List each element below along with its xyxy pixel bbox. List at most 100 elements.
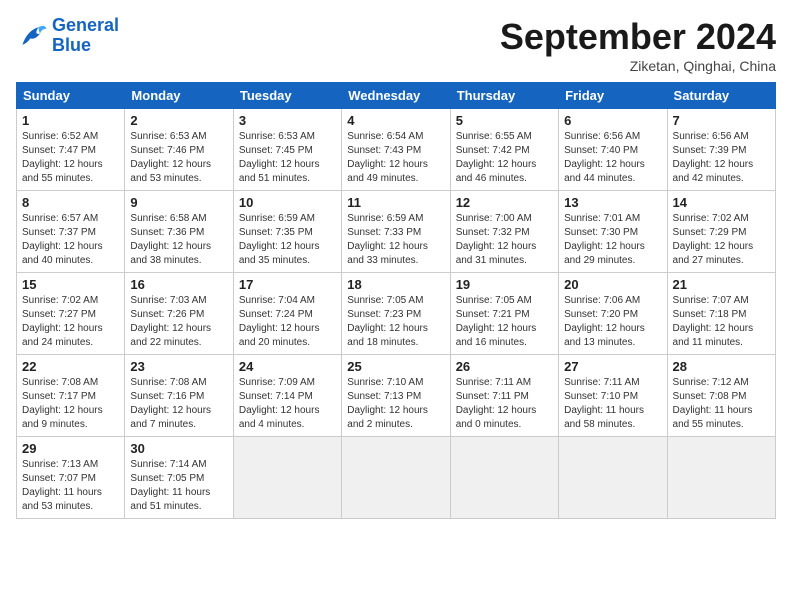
calendar-cell: 4 Sunrise: 6:54 AM Sunset: 7:43 PM Daylig… — [342, 109, 450, 191]
day-info: Sunrise: 7:00 AM Sunset: 7:32 PM Dayligh… — [456, 212, 553, 268]
day-info: Sunrise: 6:56 AM Sunset: 7:40 PM Dayligh… — [564, 130, 661, 186]
calendar-cell: 9 Sunrise: 6:58 AM Sunset: 7:36 PM Daylig… — [125, 191, 233, 273]
day-number: 19 — [456, 277, 553, 292]
day-number: 18 — [347, 277, 444, 292]
calendar-table: SundayMondayTuesdayWednesdayThursdayFrid… — [16, 82, 776, 519]
logo-bird-icon — [16, 22, 48, 50]
calendar-week-row: 8 Sunrise: 6:57 AM Sunset: 7:37 PM Daylig… — [17, 191, 776, 273]
calendar-cell: 22 Sunrise: 7:08 AM Sunset: 7:17 PM Dayli… — [17, 355, 125, 437]
day-number: 16 — [130, 277, 227, 292]
day-of-week-header: Monday — [125, 83, 233, 109]
day-number: 7 — [673, 113, 770, 128]
day-number: 25 — [347, 359, 444, 374]
day-number: 23 — [130, 359, 227, 374]
day-number: 15 — [22, 277, 119, 292]
calendar-cell: 24 Sunrise: 7:09 AM Sunset: 7:14 PM Dayli… — [233, 355, 341, 437]
day-number: 22 — [22, 359, 119, 374]
calendar-cell: 29 Sunrise: 7:13 AM Sunset: 7:07 PM Dayli… — [17, 437, 125, 519]
day-info: Sunrise: 7:09 AM Sunset: 7:14 PM Dayligh… — [239, 376, 336, 432]
calendar-cell: 14 Sunrise: 7:02 AM Sunset: 7:29 PM Dayli… — [667, 191, 775, 273]
day-number: 3 — [239, 113, 336, 128]
day-number: 11 — [347, 195, 444, 210]
title-block: September 2024 Ziketan, Qinghai, China — [500, 16, 776, 74]
day-of-week-header: Wednesday — [342, 83, 450, 109]
day-info: Sunrise: 7:08 AM Sunset: 7:17 PM Dayligh… — [22, 376, 119, 432]
logo: General Blue — [16, 16, 119, 56]
calendar-cell — [559, 437, 667, 519]
day-number: 13 — [564, 195, 661, 210]
day-number: 6 — [564, 113, 661, 128]
calendar-cell: 2 Sunrise: 6:53 AM Sunset: 7:46 PM Daylig… — [125, 109, 233, 191]
day-info: Sunrise: 7:04 AM Sunset: 7:24 PM Dayligh… — [239, 294, 336, 350]
calendar-cell: 21Sunrise: 7:07 AM Sunset: 7:18 PM Dayli… — [667, 273, 775, 355]
day-info: Sunrise: 7:05 AM Sunset: 7:21 PM Dayligh… — [456, 294, 553, 350]
day-info: Sunrise: 7:03 AM Sunset: 7:26 PM Dayligh… — [130, 294, 227, 350]
day-number: 28 — [673, 359, 770, 374]
day-number: 10 — [239, 195, 336, 210]
day-of-week-header: Sunday — [17, 83, 125, 109]
calendar-cell: 27 Sunrise: 7:11 AM Sunset: 7:10 PM Dayli… — [559, 355, 667, 437]
calendar-cell: 28 Sunrise: 7:12 AM Sunset: 7:08 PM Dayli… — [667, 355, 775, 437]
day-of-week-header: Thursday — [450, 83, 558, 109]
calendar-cell: 20Sunrise: 7:06 AM Sunset: 7:20 PM Dayli… — [559, 273, 667, 355]
calendar-cell: 10 Sunrise: 6:59 AM Sunset: 7:35 PM Dayli… — [233, 191, 341, 273]
day-info: Sunrise: 7:11 AM Sunset: 7:10 PM Dayligh… — [564, 376, 661, 432]
day-info: Sunrise: 7:12 AM Sunset: 7:08 PM Dayligh… — [673, 376, 770, 432]
day-of-week-header: Tuesday — [233, 83, 341, 109]
day-info: Sunrise: 6:55 AM Sunset: 7:42 PM Dayligh… — [456, 130, 553, 186]
calendar-cell: 16 Sunrise: 7:03 AM Sunset: 7:26 PM Dayli… — [125, 273, 233, 355]
day-number: 14 — [673, 195, 770, 210]
day-number: 4 — [347, 113, 444, 128]
day-info: Sunrise: 7:11 AM Sunset: 7:11 PM Dayligh… — [456, 376, 553, 432]
month-title: September 2024 — [500, 16, 776, 58]
day-number: 29 — [22, 441, 119, 456]
calendar-cell: 8 Sunrise: 6:57 AM Sunset: 7:37 PM Daylig… — [17, 191, 125, 273]
calendar-cell: 25 Sunrise: 7:10 AM Sunset: 7:13 PM Dayli… — [342, 355, 450, 437]
day-number: 17 — [239, 277, 336, 292]
day-info: Sunrise: 7:01 AM Sunset: 7:30 PM Dayligh… — [564, 212, 661, 268]
day-info: Sunrise: 7:07 AM Sunset: 7:18 PM Dayligh… — [673, 294, 770, 350]
day-info: Sunrise: 6:53 AM Sunset: 7:46 PM Dayligh… — [130, 130, 227, 186]
day-number: 9 — [130, 195, 227, 210]
calendar-cell: 26 Sunrise: 7:11 AM Sunset: 7:11 PM Dayli… — [450, 355, 558, 437]
day-info: Sunrise: 7:02 AM Sunset: 7:29 PM Dayligh… — [673, 212, 770, 268]
calendar-cell: 11Sunrise: 6:59 AM Sunset: 7:33 PM Dayli… — [342, 191, 450, 273]
day-info: Sunrise: 7:08 AM Sunset: 7:16 PM Dayligh… — [130, 376, 227, 432]
calendar-cell: 18Sunrise: 7:05 AM Sunset: 7:23 PM Dayli… — [342, 273, 450, 355]
day-number: 24 — [239, 359, 336, 374]
day-number: 30 — [130, 441, 227, 456]
day-info: Sunrise: 6:56 AM Sunset: 7:39 PM Dayligh… — [673, 130, 770, 186]
day-number: 26 — [456, 359, 553, 374]
day-info: Sunrise: 6:54 AM Sunset: 7:43 PM Dayligh… — [347, 130, 444, 186]
day-info: Sunrise: 7:14 AM Sunset: 7:05 PM Dayligh… — [130, 458, 227, 514]
calendar-week-row: 1Sunrise: 6:52 AM Sunset: 7:47 PM Daylig… — [17, 109, 776, 191]
calendar-week-row: 22 Sunrise: 7:08 AM Sunset: 7:17 PM Dayli… — [17, 355, 776, 437]
calendar-cell: 5 Sunrise: 6:55 AM Sunset: 7:42 PM Daylig… — [450, 109, 558, 191]
day-info: Sunrise: 6:58 AM Sunset: 7:36 PM Dayligh… — [130, 212, 227, 268]
calendar-cell — [450, 437, 558, 519]
calendar-cell: 23 Sunrise: 7:08 AM Sunset: 7:16 PM Dayli… — [125, 355, 233, 437]
day-number: 20 — [564, 277, 661, 292]
calendar-cell: 17 Sunrise: 7:04 AM Sunset: 7:24 PM Dayli… — [233, 273, 341, 355]
calendar-header-row: SundayMondayTuesdayWednesdayThursdayFrid… — [17, 83, 776, 109]
day-number: 2 — [130, 113, 227, 128]
calendar-cell: 6 Sunrise: 6:56 AM Sunset: 7:40 PM Daylig… — [559, 109, 667, 191]
day-number: 8 — [22, 195, 119, 210]
day-info: Sunrise: 6:59 AM Sunset: 7:35 PM Dayligh… — [239, 212, 336, 268]
calendar-body: 1Sunrise: 6:52 AM Sunset: 7:47 PM Daylig… — [17, 109, 776, 519]
calendar-cell — [667, 437, 775, 519]
day-info: Sunrise: 7:10 AM Sunset: 7:13 PM Dayligh… — [347, 376, 444, 432]
day-number: 5 — [456, 113, 553, 128]
calendar-cell: 12Sunrise: 7:00 AM Sunset: 7:32 PM Dayli… — [450, 191, 558, 273]
page-header: General Blue September 2024 Ziketan, Qin… — [16, 16, 776, 74]
calendar-cell — [233, 437, 341, 519]
day-number: 27 — [564, 359, 661, 374]
calendar-cell — [342, 437, 450, 519]
logo-text-line2: Blue — [52, 36, 119, 56]
day-info: Sunrise: 6:57 AM Sunset: 7:37 PM Dayligh… — [22, 212, 119, 268]
day-info: Sunrise: 7:13 AM Sunset: 7:07 PM Dayligh… — [22, 458, 119, 514]
logo-text-line1: General — [52, 16, 119, 36]
calendar-cell: 3Sunrise: 6:53 AM Sunset: 7:45 PM Daylig… — [233, 109, 341, 191]
calendar-cell: 1Sunrise: 6:52 AM Sunset: 7:47 PM Daylig… — [17, 109, 125, 191]
calendar-week-row: 15Sunrise: 7:02 AM Sunset: 7:27 PM Dayli… — [17, 273, 776, 355]
